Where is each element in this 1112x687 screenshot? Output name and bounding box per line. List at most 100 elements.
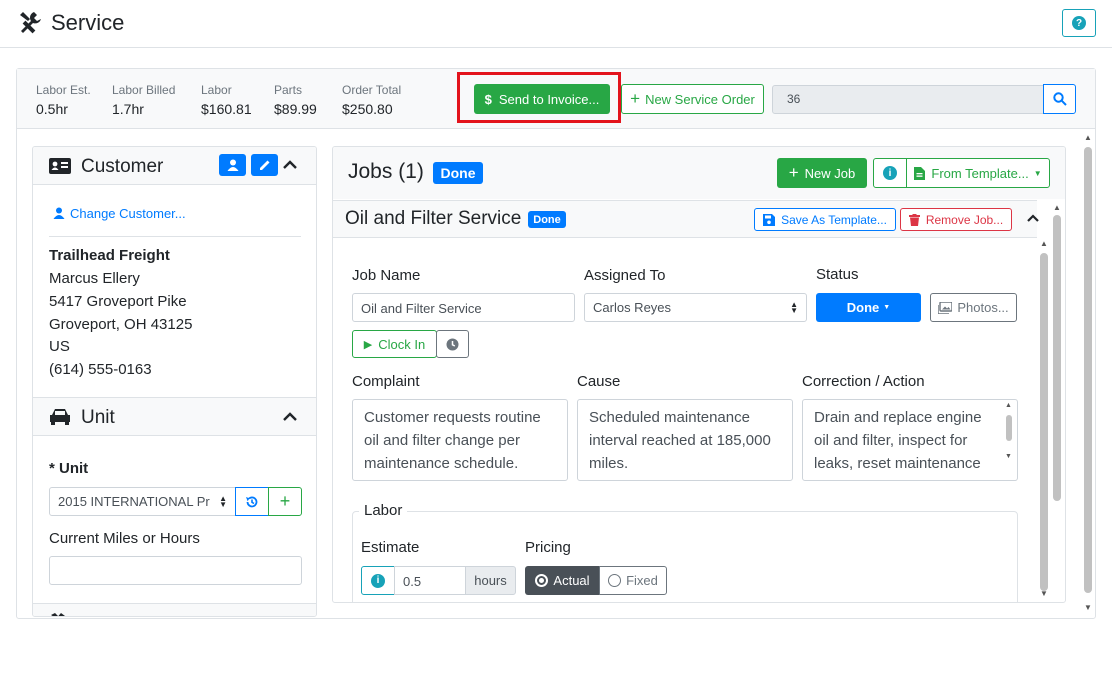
job-status-badge: Done xyxy=(528,211,566,228)
new-service-order-label: New Service Order xyxy=(645,91,755,107)
unit-collapse-chevron-icon[interactable] xyxy=(283,412,297,422)
id-card-icon xyxy=(49,158,71,174)
unit-field-label: * Unit xyxy=(49,460,89,477)
user-icon xyxy=(227,159,238,171)
pricing-actual-radio[interactable]: Actual xyxy=(525,566,600,595)
clock-icon xyxy=(446,338,459,350)
customer-edit-button[interactable] xyxy=(251,154,278,176)
stat-label-order-total: Order Total xyxy=(342,83,402,97)
job-name-label: Job Name xyxy=(352,267,421,284)
estimate-info-button[interactable]: i xyxy=(361,566,395,595)
cause-textarea[interactable]: Scheduled maintenance interval reached a… xyxy=(577,399,793,481)
change-customer-link[interactable]: Change Customer... xyxy=(70,206,186,221)
left-panel: Customer Change Customer... Trailhead Fr… xyxy=(32,146,317,617)
unit-select[interactable]: 2015 INTERNATIONAL Pro ▲ ▼ xyxy=(49,487,236,516)
customer-city-state-zip: Groveport, OH 43125 xyxy=(49,316,193,333)
pricing-actual-label: Actual xyxy=(553,573,590,588)
unit-card-title: Unit xyxy=(81,407,115,428)
order-number-input[interactable]: 36 xyxy=(772,85,1044,114)
correction-textarea[interactable]: Drain and replace engine oil and filter,… xyxy=(802,399,1018,481)
customer-phone: (614) 555-0163 xyxy=(49,361,152,378)
scroll-up-arrow[interactable]: ▲ xyxy=(1005,402,1012,409)
new-service-order-button[interactable]: + New Service Order xyxy=(621,84,764,114)
estimate-input[interactable]: 0.5 xyxy=(394,566,466,595)
new-job-button[interactable]: + New Job xyxy=(777,158,867,188)
stat-label-labor-est: Labor Est. xyxy=(36,83,91,97)
miles-input[interactable] xyxy=(49,556,302,585)
save-icon xyxy=(763,213,776,226)
images-icon xyxy=(938,301,953,314)
correction-textarea-scrollbar[interactable]: ▲ ▼ xyxy=(1003,402,1015,474)
user-icon xyxy=(53,207,65,219)
complaint-label: Complaint xyxy=(352,373,420,390)
jobs-panel-scrollbar[interactable]: ▲ xyxy=(1049,203,1065,602)
labor-legend: Labor xyxy=(359,502,408,519)
pencil-icon xyxy=(259,160,269,170)
trash-icon xyxy=(908,213,920,226)
send-to-invoice-label: Send to Invoice... xyxy=(498,91,600,107)
truck-icon xyxy=(50,409,70,425)
miles-label: Current Miles or Hours xyxy=(49,530,200,547)
correction-label: Correction / Action xyxy=(802,373,925,390)
sort-arrows-icon: ▲ ▼ xyxy=(219,493,227,509)
scroll-down-arrow[interactable]: ▼ xyxy=(1040,589,1048,598)
status-dropdown-button[interactable]: Done ▼ xyxy=(816,293,921,322)
jobs-status-badge: Done xyxy=(433,162,483,184)
jobs-title: Jobs (1) xyxy=(348,160,424,183)
scroll-down-arrow[interactable]: ▼ xyxy=(1005,453,1012,460)
remove-job-button[interactable]: Remove Job... xyxy=(900,208,1012,231)
help-button[interactable]: ? xyxy=(1062,9,1096,37)
customer-company: Trailhead Freight xyxy=(49,247,170,264)
jobs-scroll-thumb[interactable] xyxy=(1053,215,1061,501)
customer-collapse-chevron-icon[interactable] xyxy=(283,160,297,170)
unit-history-button[interactable] xyxy=(235,487,269,516)
assigned-to-select[interactable]: Carlos Reyes ▲ ▼ xyxy=(584,293,807,322)
time-log-button[interactable] xyxy=(436,330,469,358)
job-scrollbar[interactable]: ▲ ▼ xyxy=(1037,239,1051,602)
stat-value-order-total: $250.80 xyxy=(342,101,393,117)
customer-contact-button[interactable] xyxy=(219,154,246,176)
top-bar xyxy=(0,0,1112,48)
remove-job-label: Remove Job... xyxy=(925,212,1004,227)
search-icon xyxy=(1052,92,1067,106)
job-collapse-chevron-icon[interactable] xyxy=(1027,214,1039,223)
stat-value-parts: $89.99 xyxy=(274,101,317,117)
stat-label-parts: Parts xyxy=(274,83,303,97)
page-title: Service xyxy=(51,10,125,35)
job-name-input[interactable]: Oil and Filter Service xyxy=(352,293,575,322)
page-scrollbar[interactable]: ▲ ▼ xyxy=(1082,133,1094,617)
scroll-up-arrow[interactable]: ▲ xyxy=(1040,239,1048,248)
assigned-to-value: Carlos Reyes xyxy=(593,300,672,315)
complaint-textarea[interactable]: Customer requests routine oil and filter… xyxy=(352,399,568,481)
play-icon: ▶ xyxy=(363,338,373,351)
from-template-label: From Template... xyxy=(931,165,1029,181)
jobs-panel: Jobs (1) Done + New Job i From Template.… xyxy=(332,146,1066,603)
scroll-down-arrow[interactable]: ▼ xyxy=(1084,603,1092,612)
page-scroll-thumb[interactable] xyxy=(1084,147,1092,593)
unit-card-header xyxy=(33,397,316,436)
customer-street: 5417 Groveport Pike xyxy=(49,293,187,310)
question-icon: ? xyxy=(1072,16,1086,30)
tools-icon xyxy=(51,613,65,616)
scroll-up-arrow[interactable]: ▲ xyxy=(1053,203,1061,212)
template-info-button[interactable]: i xyxy=(873,158,907,188)
estimate-unit-label: hours xyxy=(465,566,516,595)
pricing-fixed-label: Fixed xyxy=(626,573,658,588)
sort-arrows-icon: ▲ ▼ xyxy=(790,299,798,315)
pricing-label: Pricing xyxy=(525,539,571,556)
save-as-template-button[interactable]: Save As Template... xyxy=(754,208,896,231)
divider xyxy=(49,236,301,237)
photos-button[interactable]: Photos... xyxy=(930,293,1017,322)
photos-label: Photos... xyxy=(957,300,1009,315)
clock-in-button[interactable]: ▶ Clock In xyxy=(352,330,437,358)
scroll-up-arrow[interactable]: ▲ xyxy=(1084,133,1092,142)
assigned-to-label: Assigned To xyxy=(584,267,666,284)
send-to-invoice-button[interactable]: $ Send to Invoice... xyxy=(474,84,610,114)
add-unit-button[interactable]: + xyxy=(268,487,302,516)
search-button[interactable] xyxy=(1043,84,1076,114)
correction-scroll-thumb[interactable] xyxy=(1006,415,1012,441)
pricing-fixed-radio[interactable]: Fixed xyxy=(599,566,667,595)
from-template-dropdown[interactable]: From Template... ▼ xyxy=(906,158,1050,188)
job-scroll-thumb[interactable] xyxy=(1040,253,1048,591)
customer-country: US xyxy=(49,338,70,355)
